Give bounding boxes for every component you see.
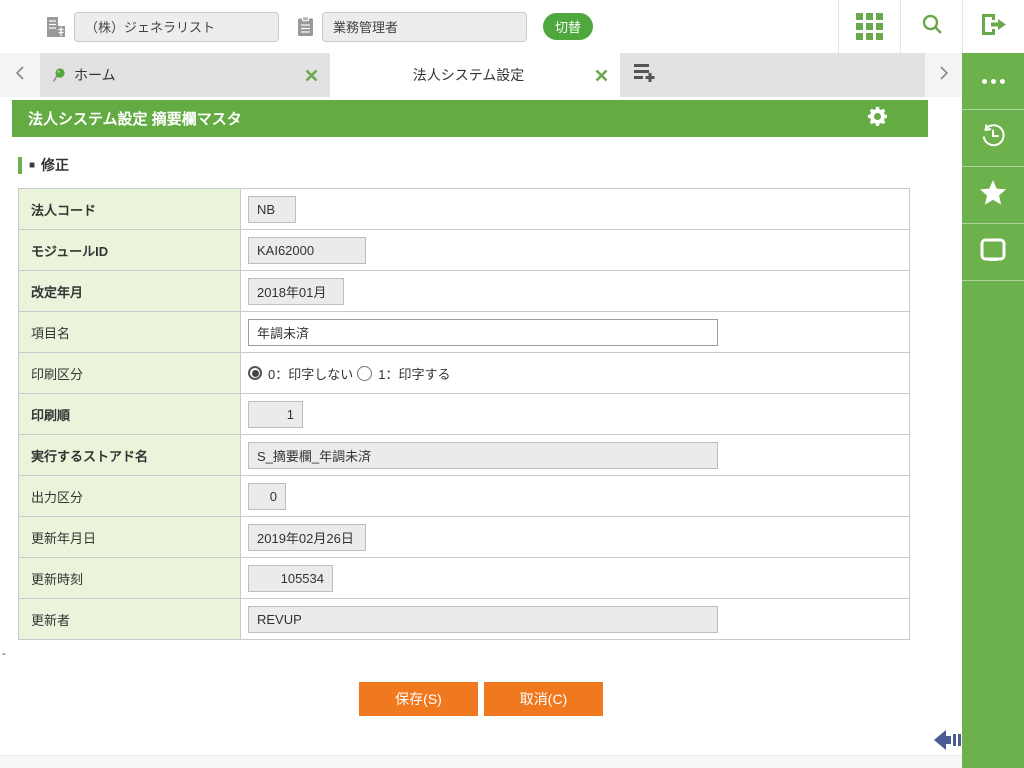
action-button-row: 保存(S) 取消(C) [0, 682, 962, 716]
tab-settings[interactable]: 法人システム設定 [330, 53, 620, 97]
table-row: 出力区分 [19, 476, 909, 517]
update-time-label: 更新時刻 [19, 558, 241, 598]
apps-grid-icon [856, 13, 883, 40]
stored-proc-input [248, 441, 718, 469]
print-category-radio-group: 0：印字しない 1：印字する [248, 364, 454, 383]
collapse-arrow-icon[interactable] [933, 729, 963, 756]
tab-home-label: ホーム [74, 67, 116, 83]
logout-button[interactable] [962, 0, 1024, 53]
table-row: 改定年月 [19, 271, 909, 312]
history-icon [979, 122, 1007, 155]
table-row: 項目名 [19, 312, 909, 353]
role-field[interactable] [322, 11, 527, 42]
page-title: 法人システム設定 摘要欄マスタ [28, 111, 242, 128]
search-button[interactable] [900, 0, 962, 53]
star-icon [978, 179, 1008, 212]
table-row: モジュールID [19, 230, 909, 271]
corp-code-label: 法人コード [19, 189, 241, 229]
add-tab-button[interactable] [620, 53, 925, 97]
logout-icon [980, 13, 1007, 41]
header-left: 切替 [0, 11, 593, 42]
search-icon [920, 12, 944, 41]
output-category-label: 出力区分 [19, 476, 241, 516]
table-row: 印刷順 [19, 394, 909, 435]
pin-icon [52, 67, 65, 83]
edit-form-table: 法人コード モジュールID 改定年月 項目名 印刷区分 0：印字しない [18, 188, 910, 640]
apps-grid-button[interactable] [838, 0, 900, 53]
add-tab-icon [634, 63, 656, 87]
stored-proc-label: 実行するストアド名 [19, 435, 241, 475]
updater-input [248, 605, 718, 633]
more-button[interactable] [962, 53, 1024, 110]
table-row: 更新年月日 [19, 517, 909, 558]
horizontal-scrollbar[interactable] [0, 755, 962, 768]
favorites-button[interactable] [962, 167, 1024, 224]
print-category-label: 印刷区分 [19, 353, 241, 393]
feedback-bubble-icon [980, 238, 1006, 266]
tab-settings-label: 法人システム設定 [412, 67, 525, 83]
radio-print-yes-label: 1：印字する [378, 366, 451, 382]
output-category-input [248, 482, 286, 510]
update-time-input [248, 564, 333, 592]
tab-home[interactable]: ホーム [40, 53, 330, 97]
company-field[interactable] [74, 11, 279, 42]
corner-dash: - [2, 648, 6, 660]
corp-code-input [248, 195, 296, 223]
module-id-input [248, 236, 366, 264]
more-dots-icon [981, 78, 1005, 84]
tabs-forward-button[interactable] [925, 53, 962, 97]
print-order-input [248, 400, 303, 428]
table-row: 実行するストアド名 [19, 435, 909, 476]
clipboard-icon [297, 16, 314, 37]
section-accent-bar [18, 156, 22, 174]
close-icon[interactable] [595, 69, 608, 82]
print-order-label: 印刷順 [19, 394, 241, 434]
radio-print-no-label: 0：印字しない [268, 366, 354, 382]
revision-ym-label: 改定年月 [19, 271, 241, 311]
top-header: 切替 [0, 0, 1024, 53]
radio-selected-icon [248, 366, 262, 380]
app-window: 切替 [0, 0, 1024, 768]
section-square-marker: ■ [29, 159, 36, 171]
section-header: ■ 修正 [18, 156, 69, 174]
update-date-label: 更新年月日 [19, 517, 241, 557]
updater-label: 更新者 [19, 599, 241, 639]
right-sidebar [962, 53, 1024, 768]
module-id-label: モジュールID [19, 230, 241, 270]
update-date-input [248, 523, 366, 551]
page-title-bar: 法人システム設定 摘要欄マスタ [12, 100, 928, 137]
revision-ym-input [248, 277, 344, 305]
table-row: 印刷区分 0：印字しない 1：印字する [19, 353, 909, 394]
gear-icon[interactable] [867, 106, 888, 131]
history-button[interactable] [962, 110, 1024, 167]
table-row: 更新者 [19, 599, 909, 640]
tabs-back-button[interactable] [0, 53, 40, 97]
radio-print-yes[interactable]: 1：印字する [357, 364, 450, 383]
building-icon [46, 16, 66, 38]
table-row: 更新時刻 [19, 558, 909, 599]
close-icon[interactable] [305, 69, 318, 82]
section-title: 修正 [41, 157, 70, 173]
save-button[interactable]: 保存(S) [359, 682, 478, 716]
tab-bar: ホーム 法人システム設定 [0, 53, 962, 97]
switch-button[interactable]: 切替 [543, 13, 593, 40]
back-chevron-icon [15, 65, 25, 86]
item-name-label: 項目名 [19, 312, 241, 352]
feedback-button[interactable] [962, 224, 1024, 281]
table-row: 法人コード [19, 189, 909, 230]
header-actions [838, 0, 1024, 53]
forward-chevron-icon [939, 65, 949, 86]
radio-unselected-icon [357, 365, 373, 381]
cancel-button[interactable]: 取消(C) [484, 682, 603, 716]
radio-print-no[interactable]: 0：印字しない [248, 364, 353, 383]
item-name-input[interactable] [248, 318, 718, 346]
